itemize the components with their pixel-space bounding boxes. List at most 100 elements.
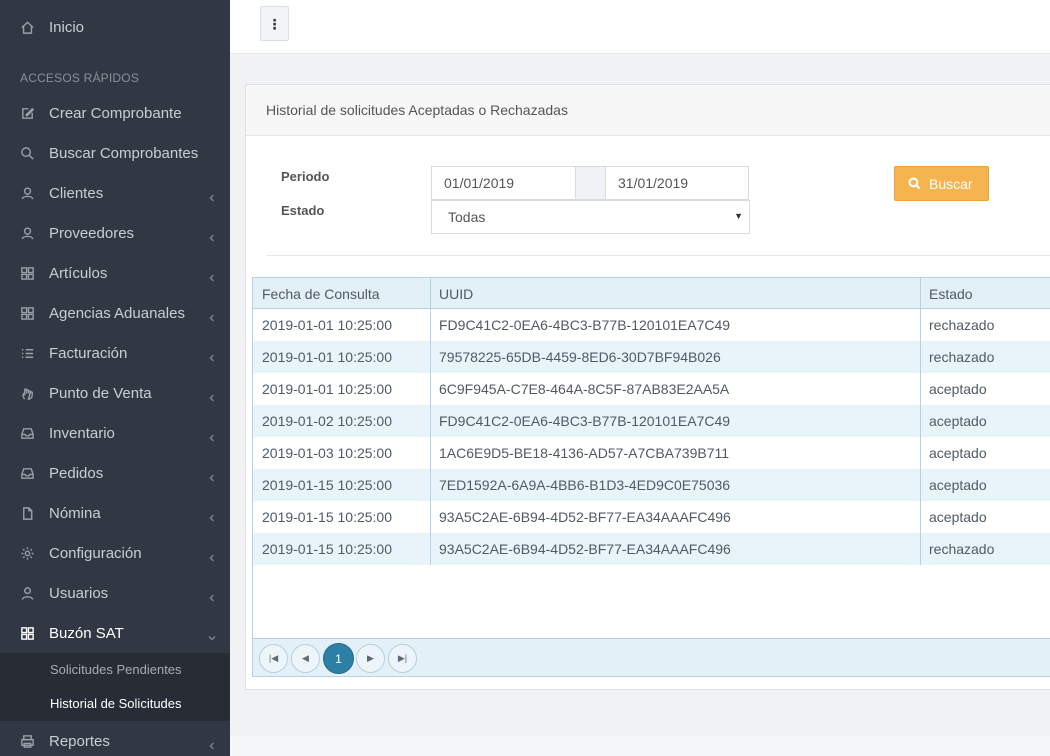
sidebar-item-usuarios[interactable]: Usuarios	[0, 573, 230, 613]
panel-title: Historial de solicitudes Aceptadas o Rec…	[266, 102, 568, 118]
table-row[interactable]: 2019-01-15 10:25:00 7ED1592A-6A9A-4BB6-B1…	[253, 469, 1050, 501]
chevron-left-icon	[208, 269, 216, 282]
inbox-icon	[19, 425, 35, 441]
sidebar-item-inicio[interactable]: Inicio	[0, 7, 230, 47]
prev-page-icon: ◀	[302, 653, 309, 663]
uuid-cell: 79578225-65DB-4459-8ED6-30D7BF94B026	[439, 349, 721, 365]
list-icon	[19, 345, 35, 361]
estado-cell: aceptado	[929, 509, 987, 525]
hand-icon	[19, 385, 35, 401]
fecha-cell: 2019-01-15 10:25:00	[262, 541, 392, 557]
estado-cell: aceptado	[929, 477, 987, 493]
history-panel: Historial de solicitudes Aceptadas o Rec…	[245, 84, 1050, 690]
fecha-fin-input[interactable]: 31/01/2019	[605, 166, 749, 200]
table-row[interactable]: 2019-01-01 10:25:00 FD9C41C2-0EA6-4BC3-B7…	[253, 309, 1050, 341]
table-row[interactable]: 2019-01-03 10:25:00 1AC6E9D5-BE18-4136-AD…	[253, 437, 1050, 469]
fecha-inicio-input[interactable]: 01/01/2019	[431, 166, 576, 200]
estado-select[interactable]: Todas ▼	[431, 200, 750, 234]
sidebar-item-label: Inventario	[49, 424, 115, 442]
fecha-cell: 2019-01-03 10:25:00	[262, 445, 392, 461]
table-row[interactable]: 2019-01-15 10:25:00 93A5C2AE-6B94-4D52-BF…	[253, 533, 1050, 565]
chevron-left-icon	[208, 189, 216, 202]
sidebar-item-proveedores[interactable]: Proveedores	[0, 213, 230, 253]
column-header-uuid[interactable]: UUID	[439, 286, 473, 302]
buscar-button-label: Buscar	[929, 175, 973, 192]
sidebar-item-label: Reportes	[49, 732, 110, 750]
estado-cell: aceptado	[929, 413, 987, 429]
table-row[interactable]: 2019-01-02 10:25:00 FD9C41C2-0EA6-4BC3-B7…	[253, 405, 1050, 437]
grid-header: Fecha de Consulta UUID Estado	[253, 278, 1050, 309]
sidebar-item-label: Clientes	[49, 184, 104, 202]
first-page-button[interactable]: |◀	[259, 644, 288, 673]
uuid-cell: 7ED1592A-6A9A-4BB6-B1D3-4ED9C0E75036	[439, 477, 731, 493]
buscar-button[interactable]: Buscar	[894, 166, 989, 201]
sidebar-item-buzon-sat[interactable]: Buzón SAT	[0, 613, 230, 653]
grid-pager: |◀ ◀ 1 ▶ ▶|	[253, 638, 1050, 676]
sidebar-item-label: Punto de Venta	[49, 384, 152, 402]
column-header-estado[interactable]: Estado	[929, 286, 973, 302]
solicitudes-grid: Fecha de Consulta UUID Estado 2019-01-01…	[252, 277, 1050, 677]
sidebar-item-label: Nómina	[49, 504, 101, 522]
sidebar-item-inventario[interactable]: Inventario	[0, 413, 230, 453]
sidebar-item-clientes[interactable]: Clientes	[0, 173, 230, 213]
next-page-button[interactable]: ▶	[356, 644, 385, 673]
sidebar-item-label: Agencias Aduanales	[49, 304, 185, 322]
uuid-cell: 1AC6E9D5-BE18-4136-AD57-A7CBA739B711	[439, 445, 730, 461]
uuid-cell: FD9C41C2-0EA6-4BC3-B77B-120101EA7C49	[439, 317, 731, 333]
sidebar-item-label: Buzón SAT	[49, 624, 124, 642]
fecha-cell: 2019-01-01 10:25:00	[262, 349, 392, 365]
estado-cell: rechazado	[929, 349, 995, 365]
chevron-left-icon	[208, 309, 216, 322]
sidebar-item-facturacion[interactable]: Facturación	[0, 333, 230, 373]
sidebar-item-label: Pedidos	[49, 464, 104, 482]
last-page-button[interactable]: ▶|	[388, 644, 417, 673]
sidebar-item-label: Facturación	[49, 344, 128, 362]
last-page-icon: ▶|	[397, 653, 408, 663]
vertical-dots-icon: ⋮	[267, 15, 282, 32]
estado-cell: aceptado	[929, 445, 987, 461]
column-separator	[920, 278, 921, 565]
sidebar-item-reportes[interactable]: Reportes	[0, 721, 230, 756]
table-row[interactable]: 2019-01-01 10:25:00 79578225-65DB-4459-8E…	[253, 341, 1050, 373]
sidebar-item-punto-de-venta[interactable]: Punto de Venta	[0, 373, 230, 413]
sidebar-item-agencias-aduanales[interactable]: Agencias Aduanales	[0, 293, 230, 333]
users-icon	[19, 185, 35, 201]
estado-cell: rechazado	[929, 317, 995, 333]
fecha-cell: 2019-01-15 10:25:00	[262, 509, 392, 525]
chevron-down-icon	[208, 629, 216, 641]
sidebar-item-nomina[interactable]: Nómina	[0, 493, 230, 533]
chevron-left-icon	[208, 229, 216, 242]
sidebar-item-label: Buscar Comprobantes	[49, 144, 199, 162]
table-row[interactable]: 2019-01-01 10:25:00 6C9F945A-C7E8-464A-8C…	[253, 373, 1050, 405]
sidebar-item-crear-comprobante[interactable]: Crear Comprobante	[0, 93, 230, 133]
fecha-cell: 2019-01-02 10:25:00	[262, 413, 392, 429]
submenu-item-historial-de-solicitudes[interactable]: Historial de Solicitudes	[50, 696, 182, 711]
edit-icon	[19, 105, 35, 121]
sidebar-item-label: Crear Comprobante	[49, 104, 182, 122]
options-menu-button[interactable]: ⋮	[260, 6, 289, 41]
sidebar-item-label: Configuración	[49, 544, 142, 562]
form-divider	[266, 255, 1050, 256]
inbox-icon	[19, 465, 35, 481]
uuid-cell: FD9C41C2-0EA6-4BC3-B77B-120101EA7C49	[439, 413, 731, 429]
sidebar-item-configuracion[interactable]: Configuración	[0, 533, 230, 573]
buzon-sat-submenu: Solicitudes Pendientes Historial de Soli…	[0, 653, 230, 721]
uuid-cell: 93A5C2AE-6B94-4D52-BF77-EA34AAAFC496	[439, 509, 731, 525]
section-title-accesos-rapidos: ACCESOS RÁPIDOS	[20, 71, 140, 85]
chevron-left-icon	[208, 509, 216, 522]
page-number-button[interactable]: 1	[323, 643, 354, 674]
sidebar-item-pedidos[interactable]: Pedidos	[0, 453, 230, 493]
prev-page-button[interactable]: ◀	[291, 644, 320, 673]
file-icon	[19, 505, 35, 521]
home-icon	[19, 19, 35, 35]
column-separator	[430, 278, 431, 565]
table-row[interactable]: 2019-01-15 10:25:00 93A5C2AE-6B94-4D52-BF…	[253, 501, 1050, 533]
printer-icon	[19, 733, 35, 749]
fecha-cell: 2019-01-15 10:25:00	[262, 477, 392, 493]
sidebar-item-articulos[interactable]: Artículos	[0, 253, 230, 293]
column-header-fecha[interactable]: Fecha de Consulta	[262, 286, 380, 302]
submenu-item-solicitudes-pendientes[interactable]: Solicitudes Pendientes	[50, 662, 182, 677]
grid-icon	[19, 305, 35, 321]
search-icon	[908, 177, 921, 190]
sidebar-item-buscar-comprobantes[interactable]: Buscar Comprobantes	[0, 133, 230, 173]
